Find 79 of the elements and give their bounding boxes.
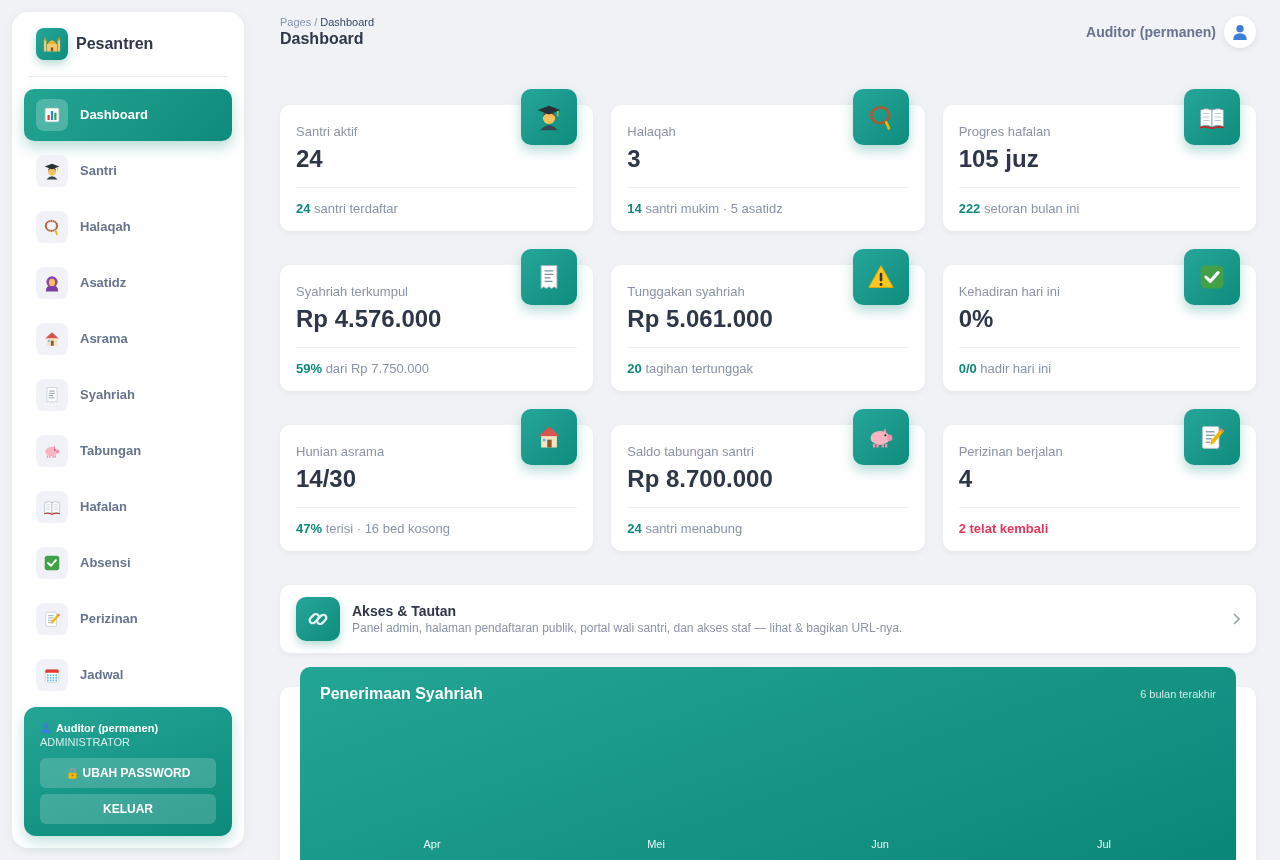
stat-value: 105 juz [958,144,1039,174]
stat-footer: 222 setoran bulan ini [958,200,1080,217]
change-password-button[interactable]: UBAH PASSWORD [40,758,216,788]
chevron-right-icon [1233,613,1240,625]
stat-footer: 59% dari Rp 7.750.000 [296,360,429,377]
stat-value: Rp 5.061.000 [627,304,773,334]
card-title: Akses & Tautan [352,602,456,620]
breadcrumb-separator: / [314,16,318,29]
hijab-woman-icon [36,267,68,299]
stat-footer: 2 telat kembali [958,520,1049,537]
stat-footer: 20 tagihan tertunggak [627,360,754,377]
nav-item[interactable]: Halaqah [24,201,232,253]
nav-item[interactable]: Absensi [24,537,232,589]
pig-icon [852,409,909,465]
stat-label: Tunggakan syahriah [627,283,745,300]
nav-item[interactable]: Dashboard [24,89,232,141]
nav-item[interactable]: Jadwal [24,649,232,701]
links-card[interactable]: Akses & Tautan Panel admin, halaman pendaftaran publik, portal wali santri, dan akses staf — lihat & bagikan URL-nya. [280,585,1256,653]
person-icon [1224,16,1256,48]
stat-value: 3 [627,144,641,174]
prayer-beads-icon [852,89,909,145]
stat-footer: 24 santri terdaftar [296,200,398,217]
stat-footer: 0/0 hadir hari ini [958,360,1052,377]
stat-label: Santri aktif [296,123,358,140]
stat-value: 14/30 [296,464,357,494]
prayer-beads-icon [36,211,68,243]
graduate-icon [521,89,578,145]
receipt-icon [36,379,68,411]
lock-icon [65,766,79,780]
stat-label: Perizinan berjalan [958,443,1063,460]
warning-icon [852,249,909,305]
brand-name: Pesantren [76,34,154,54]
stat-value: 4 [958,464,972,494]
nav-item[interactable]: Hafalan [24,481,232,533]
month-label: Jul [1096,838,1112,850]
graduate-icon [36,155,68,187]
month-label: Mei [647,838,665,850]
chart-title: Penerimaan Syahriah [320,684,483,704]
user-name: Auditor (permanen) [56,721,159,735]
stat-label: Progres hafalan [958,123,1051,140]
page-title: Dashboard [280,29,365,49]
stat-footer: 47% terisi · 16 bed kosong [296,520,450,537]
nav-item[interactable]: Santri [24,145,232,197]
user-name: Auditor (permanen) [1086,22,1216,42]
stat-label: Halaqah [627,123,676,140]
nav-item[interactable]: Syahriah [24,369,232,421]
month-label: Jun [871,838,889,850]
house-icon [36,323,68,355]
stat-footer: 24 santri menabung [627,520,743,537]
check-box-icon [36,547,68,579]
user-role: ADMINISTRATOR [40,735,131,749]
stat-value: 24 [296,144,323,174]
stat-label: Saldo tabungan santri [627,443,754,460]
card-description: Panel admin, halaman pendaftaran publik, portal wali santri, dan akses staf — lihat & bagikan URL-nya. [352,619,903,636]
open-book-icon [36,491,68,523]
nav-item[interactable]: Asatidz [24,257,232,309]
person-icon [40,722,52,734]
nav-item[interactable]: Asrama [24,313,232,365]
mosque-icon [36,28,68,60]
calendar-icon [36,659,68,691]
nav-item[interactable]: Tabungan [24,425,232,477]
month-label: Apr [423,838,441,850]
stat-label: Kehadiran hari ini [958,283,1060,300]
stat-value: Rp 4.576.000 [296,304,442,334]
logout-button[interactable]: KELUAR [40,794,216,824]
link-icon [296,597,340,641]
stat-value: Rp 8.700.000 [627,464,773,494]
memo-icon [36,603,68,635]
stat-label: Syahriah terkumpul [296,283,408,300]
breadcrumb-link[interactable]: Pages [280,16,312,29]
breadcrumb-current: Dashboard [320,16,375,29]
bar-chart-icon [36,99,68,131]
stat-label: Hunian asrama [296,443,385,460]
house-icon [521,409,578,465]
chart-subtitle: 6 bulan terakhir [1140,686,1216,702]
stat-footer: 14 santri mukim · 5 asatidz [627,200,783,217]
pig-icon [36,435,68,467]
nav-item[interactable]: Perizinan [24,593,232,645]
stat-value: 0% [958,304,994,334]
